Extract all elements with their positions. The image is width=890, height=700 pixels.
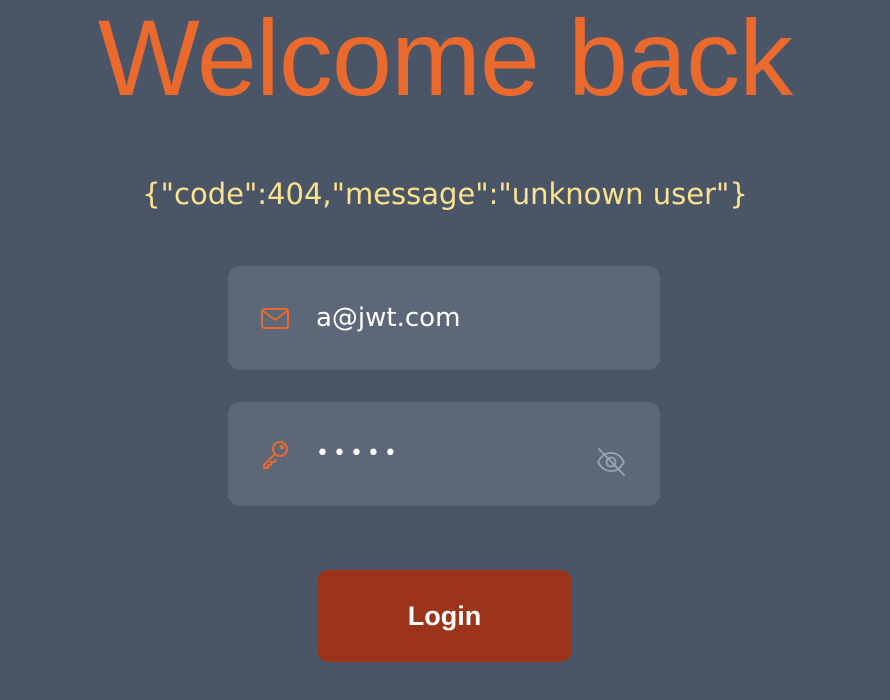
error-message: {"code":404,"message":"unknown user"} [142,177,748,211]
page-title: Welcome back [97,0,793,118]
email-field[interactable]: a@jwt.com [228,266,660,370]
login-page: Welcome back {"code":404,"message":"unkn… [0,0,890,700]
password-field[interactable]: ••••• [228,402,660,506]
email-value: a@jwt.com [316,303,461,333]
login-button[interactable]: Login [317,570,572,662]
eye-slash-icon[interactable] [595,446,627,478]
password-value: ••••• [316,441,401,466]
key-icon [260,439,290,469]
envelope-icon [260,303,290,333]
